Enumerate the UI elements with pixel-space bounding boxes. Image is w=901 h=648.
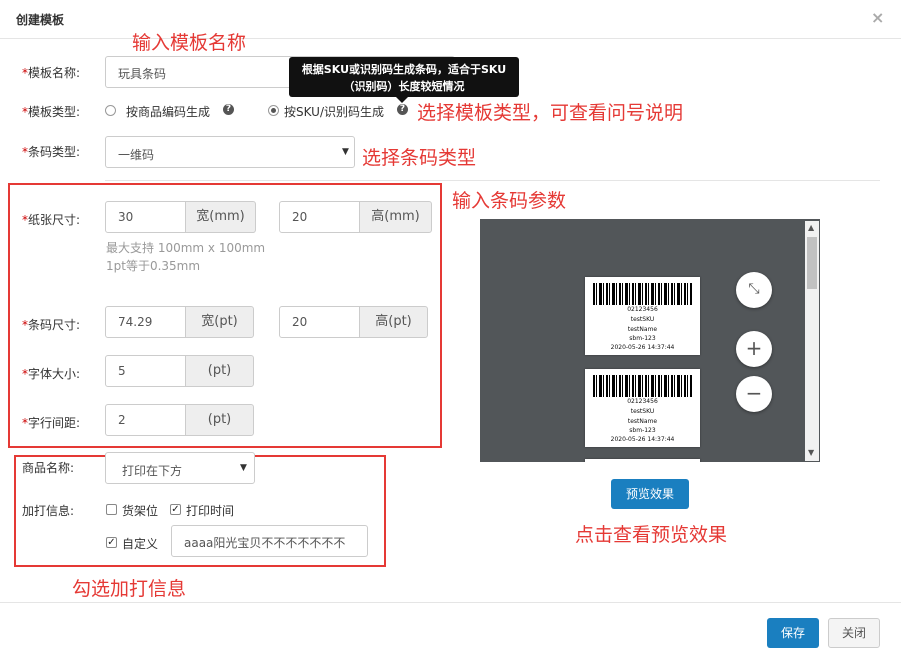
barcode-graphic [593, 375, 692, 397]
label-sku: testSKU [630, 408, 655, 415]
custom-text-input[interactable]: aaaa阳光宝贝不不不不不不不 [171, 525, 368, 557]
product-name-label: 商品名称: [22, 461, 75, 475]
line-spacing-input[interactable]: 2 [105, 404, 186, 436]
label-sku: testSKU [630, 316, 655, 323]
scroll-thumb[interactable] [807, 237, 817, 289]
divider [105, 180, 880, 181]
shelf-label: 货架位 [122, 504, 159, 518]
paper-width-input[interactable]: 30 [105, 201, 186, 233]
annotation-name: 输入模板名称 [132, 32, 247, 54]
font-size-label: *字体大小: [22, 367, 81, 381]
label-name: testName [627, 418, 658, 425]
line-spacing-unit: (pt) [185, 404, 254, 436]
label-shelf: sbm-123 [629, 335, 656, 342]
print-time-label: 打印时间 [186, 504, 235, 518]
paper-width-unit: 宽(mm) [185, 201, 256, 233]
type-radio-sku[interactable] [268, 105, 279, 116]
type-label: *模板类型: [22, 105, 81, 119]
preview-panel[interactable]: 02123456 testSKU testName sbm-123 2020-0… [480, 219, 820, 462]
label-preview-card: 02123456 testSKU testName sbm-123 2020-0… [585, 277, 700, 355]
font-size-input[interactable]: 5 [105, 355, 186, 387]
annotation-barcode-type: 选择条码类型 [362, 147, 477, 169]
type-option-sku: 按SKU/识别码生成 [284, 105, 384, 119]
paper-height-input[interactable]: 20 [279, 201, 360, 233]
paper-height-unit: 高(mm) [359, 201, 432, 233]
label-preview-card: 02123456 testSKU testName sbm-123 2020-0… [585, 369, 700, 447]
extra-info-label: 加打信息: [22, 504, 75, 518]
label-time: 2020-05-26 14:37:44 [610, 436, 675, 443]
barcode-size-label: *条码尺寸: [22, 318, 81, 332]
paper-hint-max: 最大支持 100mm x 100mm [106, 241, 266, 255]
type-tooltip: 根据SKU或识别码生成条码，适合于SKU （识别码）长度较短情况 [289, 57, 519, 97]
shelf-checkbox[interactable] [106, 504, 117, 515]
product-name-select[interactable]: 打印在下方 ▼ [105, 452, 255, 484]
close-icon[interactable]: × [871, 8, 884, 27]
plus-icon[interactable]: + [736, 331, 772, 367]
label-preview-card [585, 459, 700, 462]
barcode-graphic [593, 283, 692, 305]
label-code: 02123456 [627, 306, 658, 313]
custom-checkbox[interactable]: ✓ [106, 537, 117, 548]
paper-label: *纸张尺寸: [22, 213, 81, 227]
barcode-width-input[interactable]: 74.29 [105, 306, 186, 338]
compress-icon[interactable]: ⤡ [736, 272, 772, 308]
minus-icon[interactable]: − [736, 376, 772, 412]
custom-label: 自定义 [122, 537, 159, 551]
footer-divider [0, 602, 901, 603]
chevron-down-icon: ▼ [240, 463, 247, 473]
question-icon[interactable]: ? [223, 104, 234, 115]
paper-hint-pt: 1pt等于0.35mm [106, 259, 201, 273]
line-spacing-label: *字行间距: [22, 416, 81, 430]
scroll-down-icon[interactable]: ▼ [808, 448, 814, 457]
label-name: testName [627, 326, 658, 333]
label-code: 02123456 [627, 398, 658, 405]
annotation-extra: 勾选加打信息 [72, 578, 187, 600]
barcode-width-unit: 宽(pt) [185, 306, 254, 338]
name-label: *模板名称: [22, 66, 81, 80]
scroll-up-icon[interactable]: ▲ [808, 223, 814, 232]
preview-button[interactable]: 预览效果 [611, 479, 689, 509]
chevron-down-icon: ▼ [342, 147, 349, 157]
barcode-type-label: *条码类型: [22, 145, 81, 159]
annotation-params: 输入条码参数 [452, 190, 567, 212]
type-option-product: 按商品编码生成 [126, 105, 211, 119]
preview-scrollbar[interactable]: ▲ ▼ [805, 221, 819, 461]
dialog-title: 创建模板 [16, 13, 65, 27]
label-shelf: sbm-123 [629, 427, 656, 434]
annotation-type: 选择模板类型，可查看问号说明 [417, 102, 684, 124]
print-time-checkbox[interactable]: ✓ [170, 504, 181, 515]
barcode-type-select[interactable]: 一维码 ▼ [105, 136, 355, 168]
label-time: 2020-05-26 14:37:44 [610, 344, 675, 351]
barcode-height-input[interactable]: 20 [279, 306, 360, 338]
tooltip-caret [396, 97, 408, 103]
font-size-unit: (pt) [185, 355, 254, 387]
type-radio-product[interactable] [105, 105, 116, 116]
question-icon[interactable]: ? [397, 104, 408, 115]
barcode-height-unit: 高(pt) [359, 306, 428, 338]
annotation-preview: 点击查看预览效果 [575, 524, 728, 546]
